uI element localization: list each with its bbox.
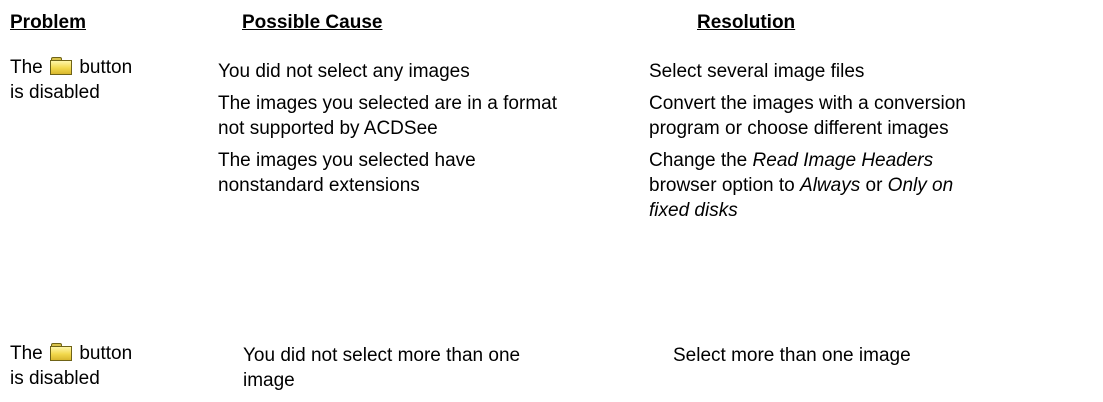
row2-problem-suffix: button	[79, 343, 133, 364]
resolution-convert-images: Convert the images with a conversion pro…	[649, 93, 966, 139]
cause-nonstandard-extensions: The images you selected have nonstandard…	[218, 150, 476, 196]
option-always: Always	[800, 175, 861, 196]
folder-icon	[50, 57, 73, 75]
header-resolution: Resolution	[697, 12, 796, 33]
resolution-text-3: or	[860, 175, 888, 196]
row2-problem-prefix: The	[10, 343, 43, 364]
resolution-text-2: browser option to	[649, 175, 801, 196]
option-read-image-headers: Read Image Headers	[752, 150, 934, 171]
cause-single-image: You did not select more than one image	[243, 345, 521, 391]
row2-resolution: Select more than one image	[673, 343, 1003, 368]
row1-problem-line2: is disabled	[10, 82, 100, 103]
cause-unsupported-format: The images you selected are in a format …	[218, 93, 558, 139]
resolution-change-option: Change the Read Image Headers browser op…	[649, 148, 979, 223]
header-possible-cause: Possible Cause	[242, 12, 383, 33]
resolution-select-several: Select several image files	[649, 61, 865, 82]
row2-problem: The button is disabled	[10, 341, 210, 391]
row2-problem-line2: is disabled	[10, 368, 100, 389]
cause-no-images: You did not select any images	[218, 61, 470, 82]
row1-problem-suffix: button	[79, 57, 133, 78]
row1-resolutions: Select several image files Convert the i…	[649, 59, 979, 223]
row1-problem: The button is disabled	[10, 55, 210, 105]
row1-causes: You did not select any images The images…	[218, 59, 583, 198]
row2-cause: You did not select more than one image	[243, 343, 563, 393]
header-problem: Problem	[10, 12, 87, 33]
resolution-text-1: Change the	[649, 150, 753, 171]
folder-icon	[50, 343, 73, 361]
row1-problem-prefix: The	[10, 57, 43, 78]
resolution-select-more-than-one: Select more than one image	[673, 345, 911, 366]
